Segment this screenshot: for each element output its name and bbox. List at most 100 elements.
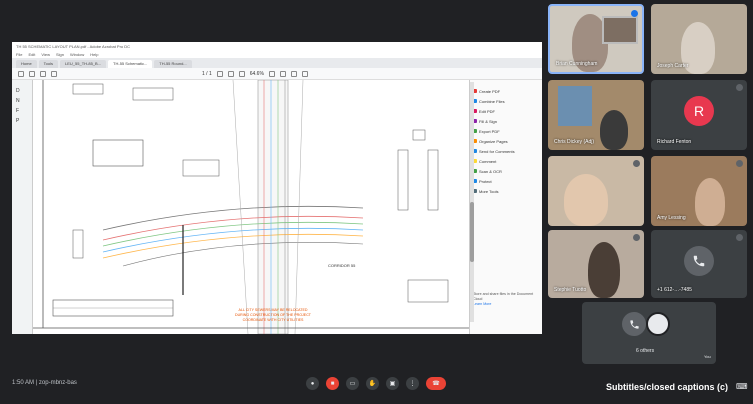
meeting-details[interactable]: 1:50 AM | zop-mbnz-bas (12, 380, 77, 386)
meeting-controls-bar: 1:50 AM | zop-mbnz-bas ● ■ ▭ ✋ ▣ ⋮ ☎ Sub… (0, 364, 753, 404)
menu-item[interactable]: Sign (56, 52, 64, 57)
menu-item[interactable]: Edit (28, 52, 35, 57)
mic-muted-icon (633, 160, 640, 167)
participant-name: Stephie Tuotto (554, 287, 587, 293)
participant-tile[interactable]: Joseph Carter (651, 4, 747, 74)
participant-tile[interactable] (548, 156, 644, 226)
tool-combine-files[interactable]: Combine Files (473, 96, 539, 106)
tool-scan-ocr[interactable]: Scan & OCR (473, 166, 539, 176)
mic-active-icon (631, 10, 638, 17)
rail-item[interactable]: P (16, 116, 28, 126)
upload-icon[interactable] (29, 70, 35, 77)
avatar (646, 312, 670, 336)
search-icon[interactable] (51, 70, 57, 77)
menu-item[interactable]: View (41, 52, 50, 57)
participant-tile[interactable]: R Richard Fenton (651, 80, 747, 150)
tool-fill-sign[interactable]: Fill & Sign (473, 116, 539, 126)
mic-muted-icon (633, 234, 640, 241)
tab-document-1[interactable]: LEU_55_TH-85_B... (60, 60, 107, 68)
zoom-out-icon[interactable] (238, 70, 245, 77)
menu-item[interactable]: File (16, 52, 22, 57)
tool-label: Protect (479, 178, 492, 184)
select-tool-icon[interactable] (216, 70, 223, 77)
wall-picture (558, 86, 592, 126)
participant-tile[interactable]: Amy Lessing (651, 156, 747, 226)
hand-tool-icon[interactable] (227, 70, 234, 77)
tab-document-2[interactable]: TH-55 Schematic... (108, 60, 153, 68)
menu-item[interactable]: Window (70, 52, 84, 57)
captions-icon[interactable]: ▭ (346, 377, 359, 390)
phone-glyph (693, 255, 705, 267)
comment-icon[interactable] (279, 70, 286, 77)
avatar-letter: R (693, 103, 705, 119)
raise-hand-icon[interactable]: ✋ (366, 377, 379, 390)
participant-tile[interactable]: Stephie Tuotto (548, 230, 644, 298)
page-indicator[interactable]: 1 / 1 (202, 71, 212, 77)
mini-self-label: You (704, 354, 711, 359)
tool-label: Send for Comments (479, 148, 515, 154)
drawing-label: CORRIDOR 55 (328, 263, 356, 268)
phone-icon (622, 312, 646, 336)
sign-icon[interactable] (301, 70, 308, 77)
participant-name: Joseph Carter (657, 63, 689, 69)
participant-video (600, 110, 628, 150)
keyboard-shortcut-icon: ⌨ (736, 382, 748, 391)
camera-icon[interactable]: ■ (326, 377, 339, 390)
tool-send-comments[interactable]: Send for Comments (473, 146, 539, 156)
tool-label: Scan & OCR (479, 168, 502, 174)
tool-comment[interactable]: Comment (473, 156, 539, 166)
mic-muted-icon (736, 234, 743, 241)
end-call-icon[interactable]: ☎ (426, 377, 446, 390)
mic-muted-icon (736, 84, 743, 91)
callout-line: COORDINATE WITH CITY UTILITIES (242, 318, 304, 322)
tool-edit-pdf[interactable]: Edit PDF (473, 106, 539, 116)
mic-muted-icon (736, 160, 743, 167)
window-title: TH 55 SCHEMATIC LAYOUT PLAN.pdf - Adobe … (12, 42, 542, 51)
zoom-level[interactable]: 64.6% (250, 71, 264, 77)
present-icon[interactable]: ▣ (386, 377, 399, 390)
rail-item[interactable]: N (16, 96, 28, 106)
phone-icon (684, 246, 714, 276)
rail-item[interactable]: D (16, 86, 28, 96)
learn-more-link[interactable]: Learn More (473, 302, 539, 306)
pdf-toolbar: 1 / 1 64.6% (12, 68, 542, 80)
print-icon[interactable] (40, 70, 46, 77)
captions-hint: Subtitles/closed captions (c) (606, 382, 729, 392)
participant-tile[interactable]: Brian Cunningham (548, 4, 644, 74)
pen-icon[interactable] (290, 70, 297, 77)
zoom-in-icon[interactable] (268, 70, 275, 77)
avatar: R (684, 96, 714, 126)
tab-document-3[interactable]: TH-55 Round... (154, 60, 192, 68)
tool-label: Organize Pages (479, 138, 508, 144)
document-tabs: Home Tools LEU_55_TH-85_B... TH-55 Schem… (12, 58, 542, 68)
tab-home[interactable]: Home (16, 60, 37, 68)
tool-label: Combine Files (479, 98, 505, 104)
tool-protect[interactable]: Protect (473, 176, 539, 186)
phone-glyph (629, 319, 639, 329)
tool-label: Create PDF (479, 88, 501, 94)
tool-label: More Tools (479, 188, 499, 194)
participant-video (564, 174, 608, 226)
tab-tools[interactable]: Tools (38, 60, 59, 68)
participant-tile[interactable]: Chris Dickey (Adj) (548, 80, 644, 150)
tool-organize-pages[interactable]: Organize Pages (473, 136, 539, 146)
participant-video (588, 242, 620, 298)
schematic-drawing[interactable]: CORRIDOR 55 ALL CITY SEWERS MAY BE RELOC… (32, 80, 470, 334)
scrollbar-thumb[interactable] (470, 202, 474, 262)
save-icon[interactable] (18, 70, 24, 77)
schematic-lines (33, 80, 469, 334)
tool-export-pdf[interactable]: Export PDF (473, 126, 539, 136)
drawing-callout: ALL CITY SEWERS MAY BE RELOCATED DURING … (213, 308, 333, 323)
tool-label: Edit PDF (479, 108, 496, 114)
tool-more-tools[interactable]: More Tools (473, 186, 539, 196)
participant-name: Chris Dickey (Adj) (554, 139, 595, 145)
menu-item[interactable]: Help (90, 52, 98, 57)
rail-item[interactable]: F (16, 106, 28, 116)
more-icon[interactable]: ⋮ (406, 377, 419, 390)
others-tile[interactable]: 6 others You (582, 302, 716, 364)
participant-tile[interactable]: +1 612-…-7485 (651, 230, 747, 298)
mic-icon[interactable]: ● (306, 377, 319, 390)
tool-create-pdf[interactable]: Create PDF (473, 86, 539, 96)
participant-name: +1 612-…-7485 (657, 287, 692, 293)
others-count: 6 others (636, 348, 655, 354)
